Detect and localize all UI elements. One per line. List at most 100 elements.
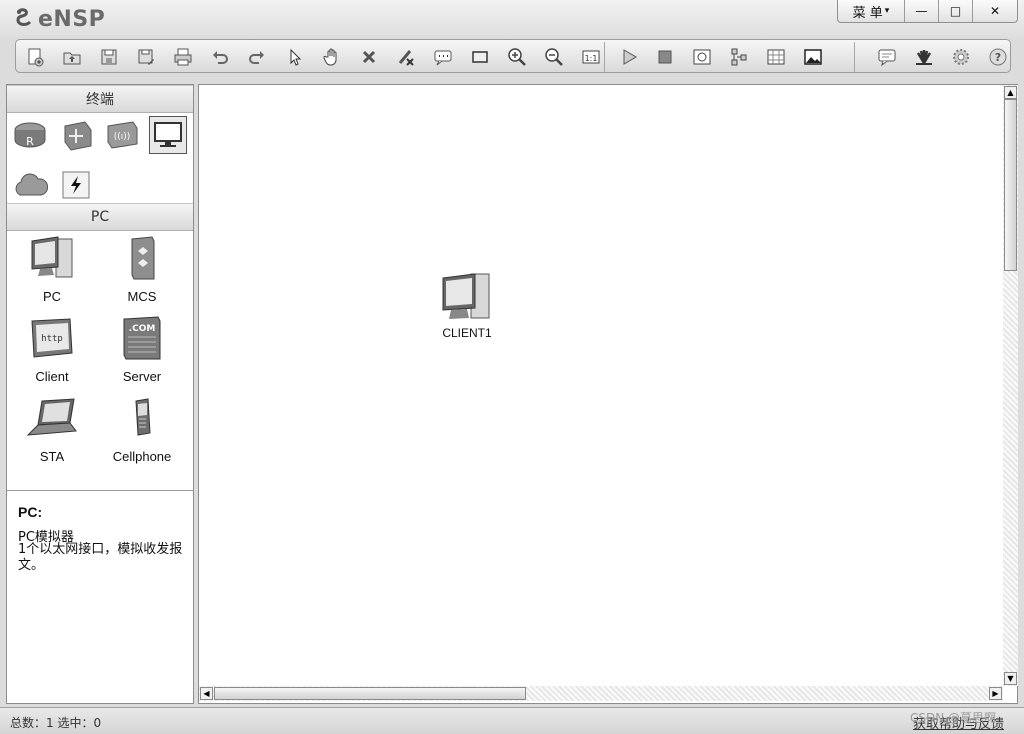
topology-canvas[interactable] (198, 84, 1018, 704)
feedback-button[interactable] (876, 46, 898, 68)
svg-text:1:1: 1:1 (585, 54, 598, 63)
fit-view-button[interactable]: 1:1 (580, 46, 602, 68)
scroll-left-icon[interactable]: ◀ (200, 687, 213, 700)
close-icon: ✕ (989, 4, 1001, 18)
device-server[interactable]: .COM Server (97, 315, 187, 393)
device-client[interactable]: http Client (7, 315, 97, 393)
delete-link-button[interactable] (395, 46, 417, 68)
com-server-icon: .COM (123, 316, 161, 360)
svg-text:?: ? (995, 51, 1001, 64)
device-sta[interactable]: STA (7, 395, 97, 473)
device-mcs[interactable]: MCS (97, 235, 187, 313)
device-header: PC (7, 203, 193, 231)
device-label: Cellphone (112, 449, 172, 464)
category-router[interactable]: R (11, 116, 49, 154)
http-client-icon: http (31, 318, 73, 358)
delete-button[interactable] (358, 46, 380, 68)
svg-text:((ı)): ((ı)) (114, 132, 131, 142)
settings-icon (953, 49, 969, 65)
category-cloud[interactable] (11, 166, 49, 204)
scroll-down-icon[interactable]: ▼ (1004, 672, 1017, 685)
device-label: PC (42, 289, 62, 304)
device-label: STA (39, 449, 65, 464)
canvas-device-label: CLIENT1 (442, 326, 492, 340)
device-pc[interactable]: PC (7, 235, 97, 313)
svg-text:.COM: .COM (129, 324, 156, 334)
scroll-right-icon[interactable]: ▶ (989, 687, 1002, 700)
canvas-device-client1[interactable]: CLIENT1 (436, 270, 498, 342)
capture-button[interactable] (691, 46, 713, 68)
grid-icon (767, 49, 785, 65)
app-name: eNSP (38, 6, 106, 32)
undo-button[interactable] (209, 46, 231, 68)
print-button[interactable] (172, 46, 194, 68)
scroll-up-icon[interactable]: ▲ (1004, 86, 1017, 99)
select-button[interactable] (284, 46, 306, 68)
status-bar: 总数：1 选中：0 获取帮助与反馈 (0, 707, 1024, 734)
zoom-in-icon (508, 48, 526, 66)
category-terminal[interactable] (149, 116, 187, 154)
zoom-in-button[interactable] (506, 46, 528, 68)
zoom-out-button[interactable] (543, 46, 565, 68)
minimize-icon: — (915, 4, 928, 18)
maximize-button[interactable]: □ (938, 0, 972, 22)
help-button[interactable]: ? (987, 46, 1009, 68)
mcs-server-icon (131, 236, 155, 280)
link-icon (62, 171, 90, 199)
device-cellphone[interactable]: Cellphone (97, 395, 187, 473)
topology-button[interactable] (728, 46, 750, 68)
toolbar-separator (604, 42, 605, 72)
open-button[interactable] (61, 46, 83, 68)
zoom-out-icon (545, 48, 563, 66)
settings-button[interactable] (950, 46, 972, 68)
cloud-icon (15, 173, 48, 196)
pan-hand-button[interactable] (321, 46, 343, 68)
description-detail: 1个以太网接口，模拟收发报文。 (18, 542, 183, 573)
chevron-down-icon: ▾ (884, 6, 890, 16)
maximize-icon: □ (949, 4, 962, 18)
redo-icon (249, 51, 264, 64)
title-bar: eNSP 菜 单 ▾ — □ ✕ (0, 0, 1024, 38)
start-device-button[interactable] (618, 46, 640, 68)
undo-icon (213, 51, 228, 64)
new-topology-button[interactable] (24, 46, 46, 68)
description-title: PC: (18, 504, 43, 520)
close-button[interactable]: ✕ (972, 0, 1017, 22)
select-icon (290, 48, 302, 66)
help-icon: ? (989, 48, 1007, 66)
vertical-scroll-thumb[interactable] (1004, 99, 1017, 271)
delete-icon (362, 50, 376, 64)
cellphone-icon (135, 398, 151, 436)
category-wireless[interactable]: ((ı)) (103, 116, 141, 154)
save-button[interactable] (98, 46, 120, 68)
image-icon (804, 49, 822, 65)
fit-view-icon: 1:1 (582, 50, 600, 64)
stop-device-button[interactable] (654, 46, 676, 68)
switch-icon (64, 121, 92, 151)
category-link[interactable] (57, 166, 95, 204)
minimize-button[interactable]: — (904, 0, 938, 22)
terminal-icon (154, 122, 182, 147)
rectangle-button[interactable] (469, 46, 491, 68)
huawei-button[interactable] (913, 46, 935, 68)
topology-icon (731, 48, 747, 66)
category-switch[interactable] (57, 116, 95, 154)
laptop-icon (26, 398, 77, 436)
menu-button[interactable]: 菜 单 ▾ (838, 0, 904, 22)
client-pc-icon (442, 273, 490, 319)
horizontal-scroll-thumb[interactable] (214, 687, 526, 700)
menu-label: 菜 单 (852, 5, 883, 21)
pc-icon (31, 236, 73, 278)
save-as-button[interactable] (135, 46, 157, 68)
open-icon (63, 52, 81, 65)
redo-button[interactable] (246, 46, 268, 68)
capture-icon (693, 49, 711, 65)
svg-text:http: http (41, 334, 63, 344)
delete-link-icon (398, 50, 414, 66)
image-button[interactable] (802, 46, 824, 68)
text-note-button[interactable] (432, 46, 454, 68)
huawei-icon (916, 50, 932, 65)
toolbar: 1:1? (15, 39, 1011, 73)
text-note-icon (434, 50, 452, 66)
grid-button[interactable] (765, 46, 787, 68)
